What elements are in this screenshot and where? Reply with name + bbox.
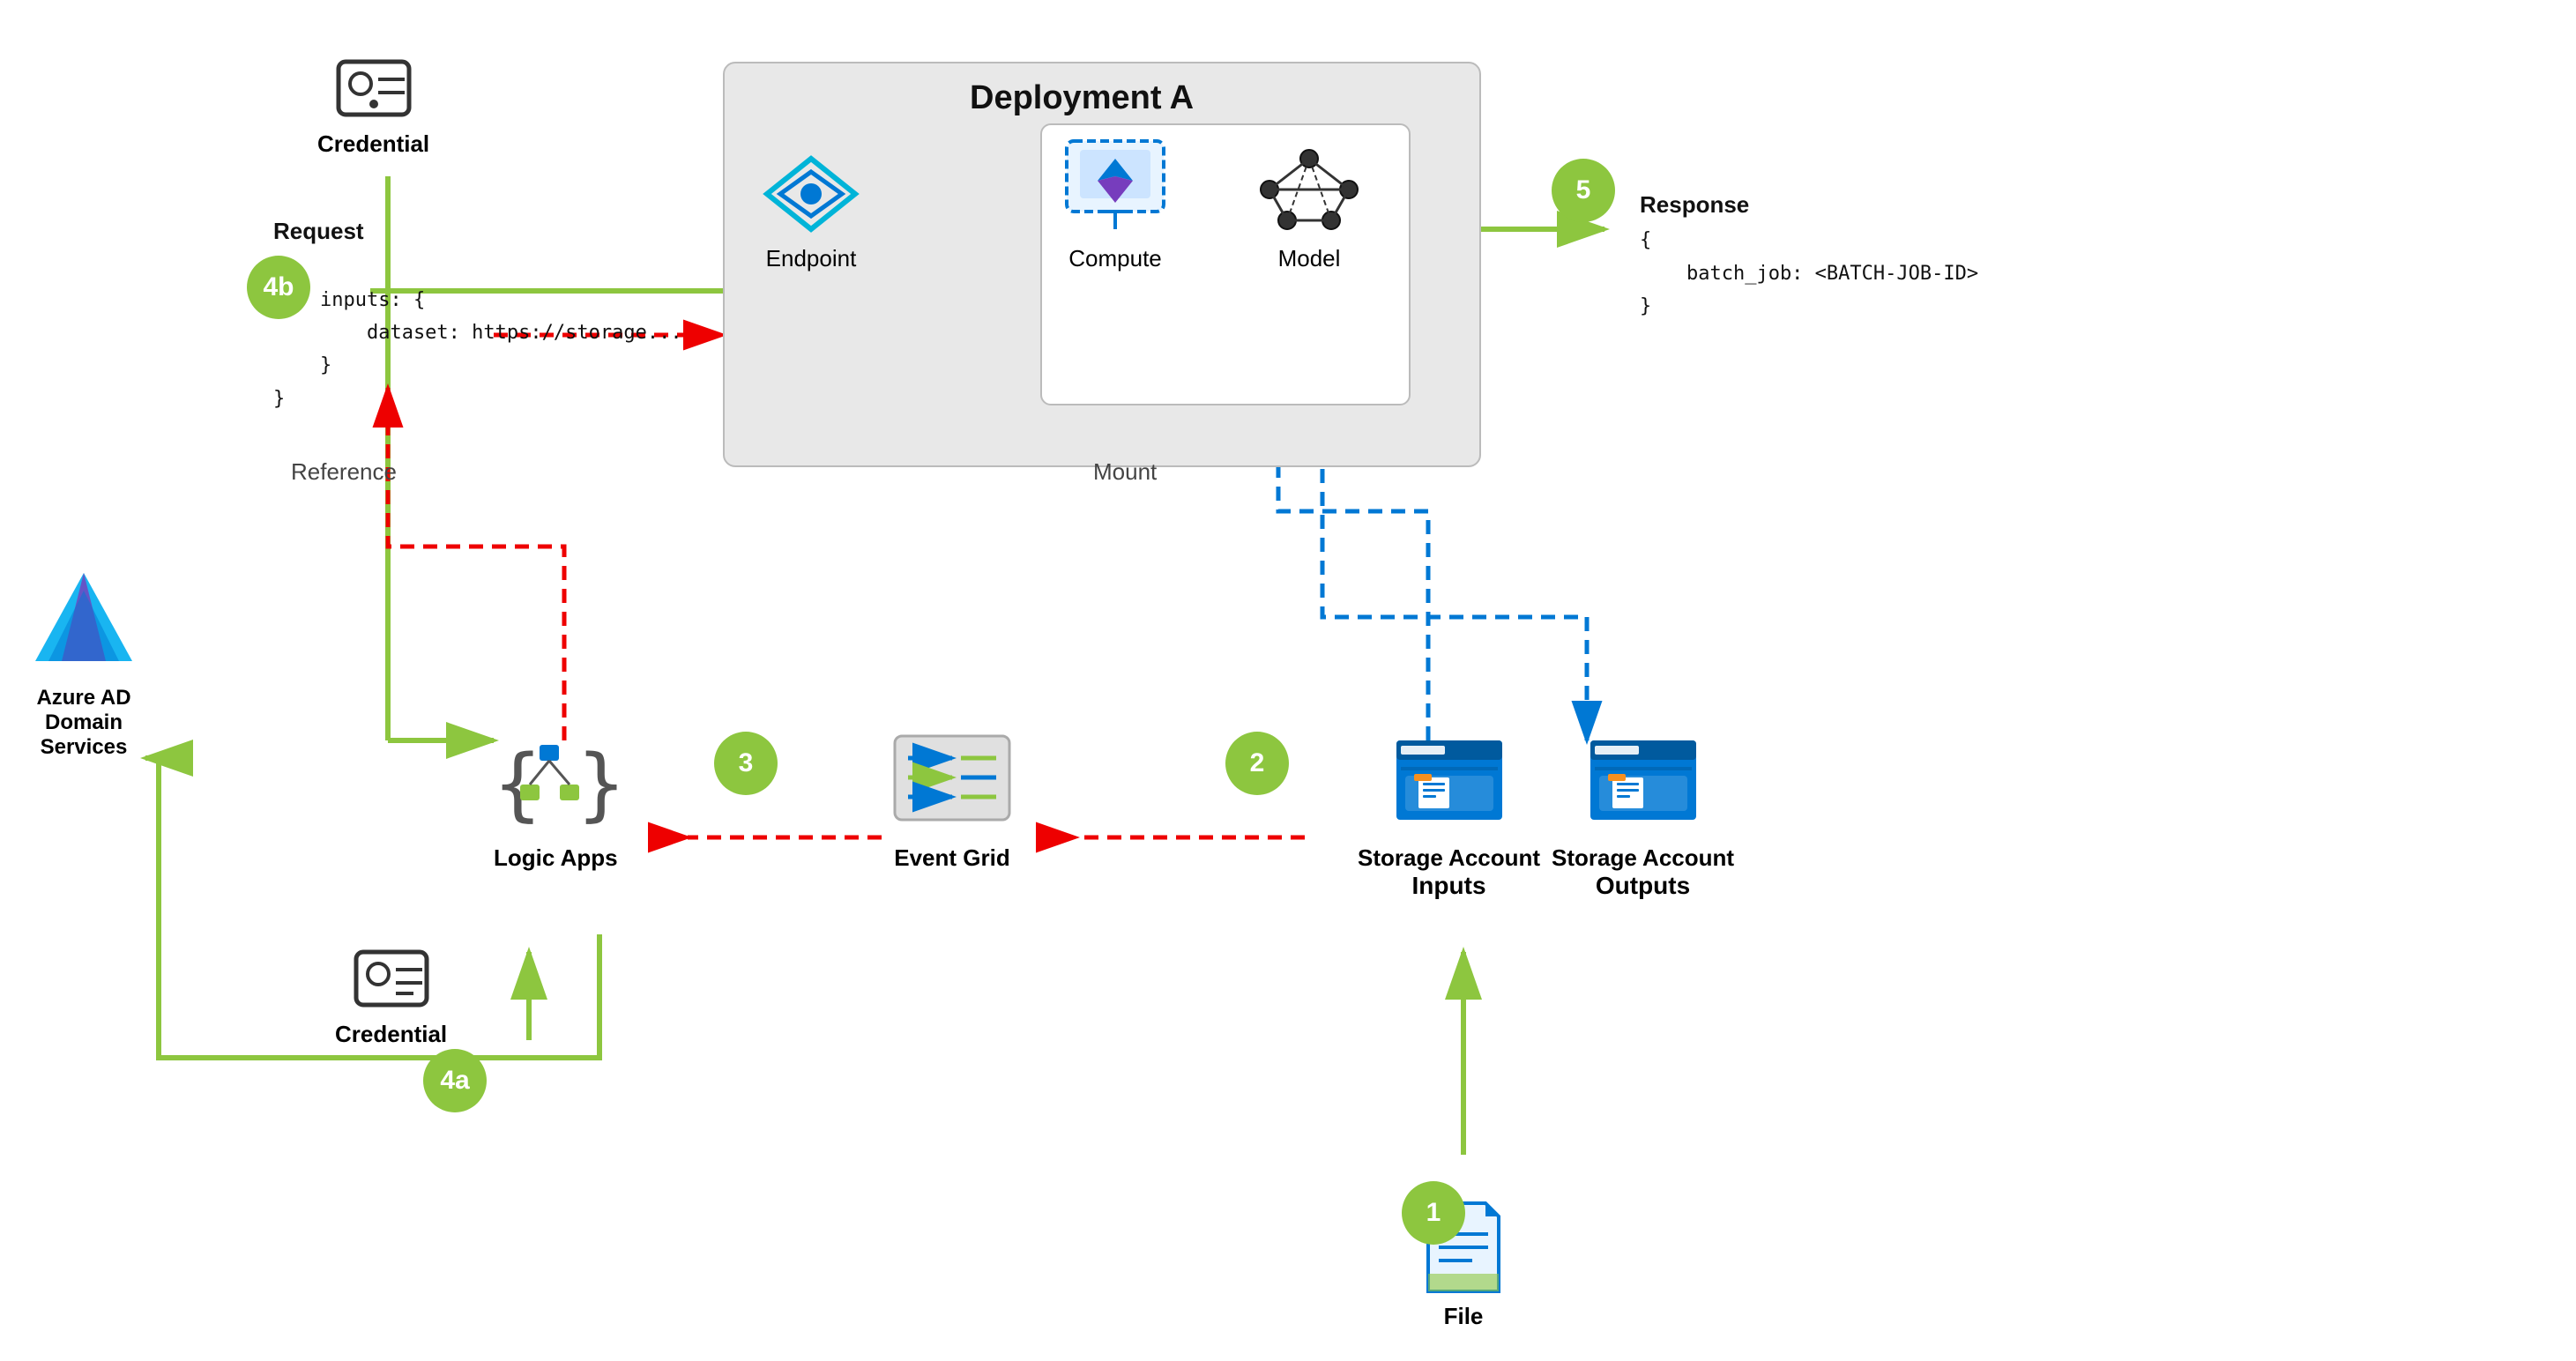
step-circle-1: 1 [1402, 1181, 1465, 1245]
compute-icon-box: Compute [1058, 132, 1173, 272]
logic-apps-icon: { } [494, 723, 617, 837]
step-circle-4a: 4a [423, 1049, 487, 1112]
file-label: File [1444, 1303, 1484, 1330]
step-circle-4b: 4b [247, 256, 310, 319]
storage-outputs-label: Storage AccountOutputs [1552, 844, 1734, 900]
storage-outputs-icon-box: Storage AccountOutputs [1552, 723, 1734, 900]
credential-top-icon [330, 53, 418, 123]
credential-bottom-label: Credential [335, 1021, 447, 1048]
storage-inputs-label: Storage AccountInputs [1358, 844, 1540, 900]
request-body: { inputs: { dataset: https://storage... … [273, 250, 682, 415]
model-label: Model [1278, 245, 1341, 272]
request-box: Request { inputs: { dataset: https://sto… [273, 212, 682, 415]
response-title: Response [1640, 185, 1978, 224]
event-grid-label: Event Grid [894, 844, 1009, 872]
endpoint-icon-box: Endpoint [758, 150, 864, 272]
credential-top-label: Credential [317, 130, 429, 158]
logic-apps-icon-box: { } Logic Apps [494, 723, 618, 872]
step-circle-5: 5 [1552, 159, 1615, 222]
credential-bottom-icon [347, 943, 436, 1014]
diagram-container: Deployment A 1 2 3 4a 4b 5 Credential Re… [0, 0, 2576, 1361]
endpoint-label: Endpoint [766, 245, 857, 272]
credential-top-icon-box: Credential [317, 53, 429, 158]
compute-icon [1058, 132, 1173, 238]
azure-ad-icon-box: Azure AD DomainServices [18, 564, 150, 760]
storage-inputs-icon-box: Storage AccountInputs [1358, 723, 1540, 900]
model-icon [1252, 132, 1366, 238]
compute-label: Compute [1068, 245, 1162, 272]
svg-text:{: { [494, 738, 541, 830]
model-icon-box: Model [1252, 132, 1366, 272]
response-box: Response { batch_job: <BATCH-JOB-ID> } [1640, 185, 1978, 323]
deployment-title: Deployment A [970, 79, 1194, 117]
credential-bottom-icon-box: Credential [335, 943, 447, 1048]
endpoint-icon [758, 150, 864, 238]
azure-ad-label: Azure AD DomainServices [18, 686, 150, 760]
step-circle-3: 3 [714, 732, 778, 795]
storage-inputs-icon [1388, 723, 1511, 837]
response-body: { batch_job: <BATCH-JOB-ID> } [1640, 224, 1978, 323]
azure-ad-icon [26, 564, 141, 679]
event-grid-icon [890, 723, 1014, 837]
storage-outputs-icon [1582, 723, 1705, 837]
event-grid-icon-box: Event Grid [890, 723, 1014, 872]
svg-text:}: } [577, 738, 617, 830]
request-title: Request [273, 212, 682, 250]
logic-apps-label: Logic Apps [494, 844, 618, 872]
mount-label: Mount [1093, 458, 1157, 486]
step-circle-2: 2 [1225, 732, 1289, 795]
reference-label: Reference [291, 458, 397, 486]
